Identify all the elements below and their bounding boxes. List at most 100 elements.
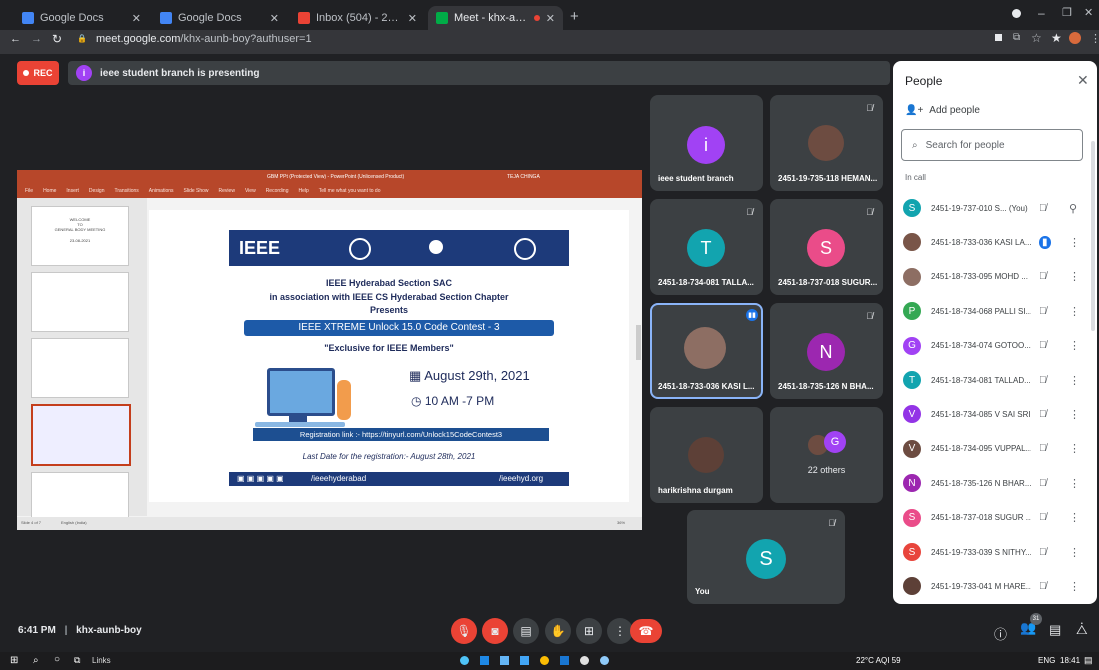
slide-scrollbar[interactable] — [636, 325, 641, 360]
ppt-ribbon-tab[interactable]: File — [25, 188, 33, 194]
ppt-ribbon-tab[interactable]: View — [245, 188, 256, 194]
slide-thumb-1[interactable]: WELCOME TO GENERAL BODY MEETING 23-08-20… — [31, 206, 129, 266]
others-tile[interactable]: G 22 others — [770, 407, 883, 503]
activities-icon[interactable]: ⧊ — [1076, 622, 1088, 638]
links-toolbar[interactable]: Links — [92, 656, 111, 665]
store-icon[interactable] — [480, 656, 489, 665]
restore-icon[interactable]: ❐ — [1062, 6, 1072, 19]
cortana-icon[interactable]: ○ — [54, 654, 60, 665]
meeting-details-icon[interactable]: ⓘ — [994, 624, 1007, 643]
more-options-icon[interactable]: ⋮ — [1069, 442, 1080, 455]
participant-row[interactable]: T 2451-18-734-081 TALLAD... 🎙̸ ⋮ — [893, 363, 1097, 397]
app-icon[interactable] — [600, 656, 609, 665]
profile-dot-icon[interactable] — [1012, 9, 1021, 18]
back-icon[interactable]: ← — [10, 33, 21, 45]
close-icon[interactable]: ✕ — [270, 12, 279, 25]
camera-icon[interactable] — [995, 34, 1002, 41]
ppt-ribbon-tab[interactable]: Insert — [66, 188, 79, 194]
participant-tile[interactable]: 🎙̸ N 2451-18-735-126 N BHA... — [770, 303, 883, 399]
window-close-icon[interactable]: ✕ — [1084, 6, 1093, 19]
system-clock[interactable]: 18:41 — [1060, 656, 1080, 665]
participant-row[interactable]: 2451-18-733-095 MOHD ... 🎙̸ ⋮ — [893, 260, 1097, 294]
participant-row[interactable]: N 2451-18-735-126 N BHAR... 🎙̸ ⋮ — [893, 466, 1097, 500]
participant-row[interactable]: V 2451-18-734-095 VUPPAL... 🎙̸ ⋮ — [893, 432, 1097, 466]
present-button[interactable]: ⊞ — [576, 618, 602, 644]
participant-row[interactable]: S 2451-18-737-018 SUGUR ... 🎙̸ ⋮ — [893, 501, 1097, 535]
raise-hand-button[interactable]: ✋ — [545, 618, 571, 644]
participant-tile[interactable]: 🎙̸ S 2451-18-737-018 SUGUR... — [770, 199, 883, 295]
star-icon[interactable]: ☆ — [1031, 31, 1042, 45]
files-icon[interactable] — [500, 656, 509, 665]
more-options-icon[interactable]: ⋮ — [1069, 477, 1080, 490]
close-icon[interactable]: ✕ — [132, 12, 141, 25]
self-tile[interactable]: 🎙̸ S You — [687, 510, 845, 604]
close-panel-button[interactable]: ✕ — [1077, 72, 1089, 89]
weather-widget[interactable]: 22°C AQI 59 — [856, 656, 901, 665]
app-icon[interactable] — [580, 656, 589, 665]
ppt-ribbon-tab[interactable]: Recording — [266, 188, 289, 194]
ppt-ribbon-tab[interactable]: Transitions — [115, 188, 139, 194]
captions-button[interactable]: ▤ — [513, 618, 539, 644]
search-people-input[interactable]: ⌕ Search for people — [901, 129, 1083, 161]
notification-icon[interactable]: ▤ — [1084, 655, 1093, 666]
tab-google-docs-2[interactable]: Google Docs ✕ — [152, 6, 287, 30]
participant-row[interactable]: 2451-18-733-036 KASI LA... ▮ ⋮ — [893, 225, 1097, 259]
ppt-ribbon-tab[interactable]: Tell me what you want to do — [319, 188, 381, 194]
slide-thumb-5[interactable] — [31, 472, 129, 518]
more-options-icon[interactable]: ⋮ — [1069, 546, 1080, 559]
url-field[interactable]: meet.google.com/khx-aunb-boy?authuser=1 — [96, 33, 312, 45]
app-icon[interactable] — [560, 656, 569, 665]
more-options-icon[interactable]: ⋮ — [1069, 374, 1080, 387]
cast-icon[interactable]: ⧉ — [1013, 32, 1020, 43]
ppt-ribbon-tab[interactable]: Slide Show — [184, 188, 209, 194]
ppt-ribbon-tab[interactable]: Home — [43, 188, 56, 194]
more-options-icon[interactable]: ⋮ — [1069, 270, 1080, 283]
add-people-button[interactable]: 👤+ Add people — [905, 105, 980, 116]
extensions-icon[interactable]: ★ — [1051, 31, 1062, 45]
ppt-ribbon-tab[interactable]: Help — [298, 188, 308, 194]
mic-toggle-button[interactable]: 🎙 — [451, 618, 477, 644]
tab-meet[interactable]: Meet - khx-aunb-boy ✕ — [428, 6, 563, 30]
more-options-icon[interactable]: ⋮ — [1069, 511, 1080, 524]
task-view-icon[interactable]: ⧉ — [74, 655, 80, 666]
edge-icon[interactable] — [460, 656, 469, 665]
ppt-ribbon-tab[interactable]: Design — [89, 188, 105, 194]
leave-call-button[interactable]: ☎ — [630, 619, 662, 643]
profile-avatar-icon[interactable] — [1069, 32, 1081, 44]
participant-tile[interactable]: harikrishna durgam — [650, 407, 763, 503]
slide-thumb-4[interactable] — [31, 404, 131, 466]
tab-google-docs-1[interactable]: Google Docs ✕ — [14, 6, 149, 30]
language-indicator[interactable]: ENG — [1038, 656, 1055, 665]
new-tab-button[interactable]: + — [570, 8, 579, 25]
reload-icon[interactable]: ↻ — [52, 32, 62, 46]
participant-row[interactable]: G 2451-18-734-074 GOTOO... 🎙̸ ⋮ — [893, 329, 1097, 363]
close-icon[interactable]: ✕ — [546, 12, 555, 25]
search-icon[interactable]: ⌕ — [33, 655, 39, 666]
slide-thumb-2[interactable] — [31, 272, 129, 332]
participant-tile[interactable]: 🎙̸ 2451-19-735-118 HEMAN... — [770, 95, 883, 191]
pin-icon[interactable]: ⚲ — [1069, 202, 1077, 215]
close-icon[interactable]: ✕ — [408, 12, 417, 25]
participant-row[interactable]: P 2451-18-734-068 PALLI SI... 🎙̸ ⋮ — [893, 294, 1097, 328]
participant-row[interactable]: 2451-19-733-041 M HARE... 🎙̸ ⋮ — [893, 569, 1097, 603]
minimize-icon[interactable]: – — [1038, 6, 1045, 20]
more-options-icon[interactable]: ⋮ — [1069, 236, 1080, 249]
camera-toggle-button[interactable]: ◙ — [482, 618, 508, 644]
mail-icon[interactable] — [520, 656, 529, 665]
ppt-ribbon-tab[interactable]: Review — [219, 188, 235, 194]
participant-tile[interactable]: i ieee student branch — [650, 95, 763, 191]
participant-tile[interactable]: 🎙̸ T 2451-18-734-081 TALLA... — [650, 199, 763, 295]
slide-thumb-3[interactable] — [31, 338, 129, 398]
participant-row[interactable]: V 2451-18-734-085 V SAI SRI 🎙̸ ⋮ — [893, 397, 1097, 431]
chrome-icon[interactable] — [540, 656, 549, 665]
menu-icon[interactable]: ⋮ — [1090, 32, 1099, 45]
ppt-ribbon-tab[interactable]: Animations — [149, 188, 174, 194]
participant-row[interactable]: S 2451-19-737-010 S... (You) 🎙̸ ⚲ — [893, 191, 1097, 225]
more-options-icon[interactable]: ⋮ — [1069, 580, 1080, 593]
tab-inbox[interactable]: Inbox (504) - 245119737010@... ✕ — [290, 6, 425, 30]
windows-start-icon[interactable]: ⊞ — [10, 655, 18, 666]
participant-tile-speaking[interactable]: ▮▮ 2451-18-733-036 KASI L... — [650, 303, 763, 399]
more-options-icon[interactable]: ⋮ — [1069, 305, 1080, 318]
chat-icon[interactable]: ▤ — [1049, 622, 1061, 638]
participant-row[interactable]: S 2451-19-733-039 S NITHY... 🎙̸ ⋮ — [893, 535, 1097, 569]
